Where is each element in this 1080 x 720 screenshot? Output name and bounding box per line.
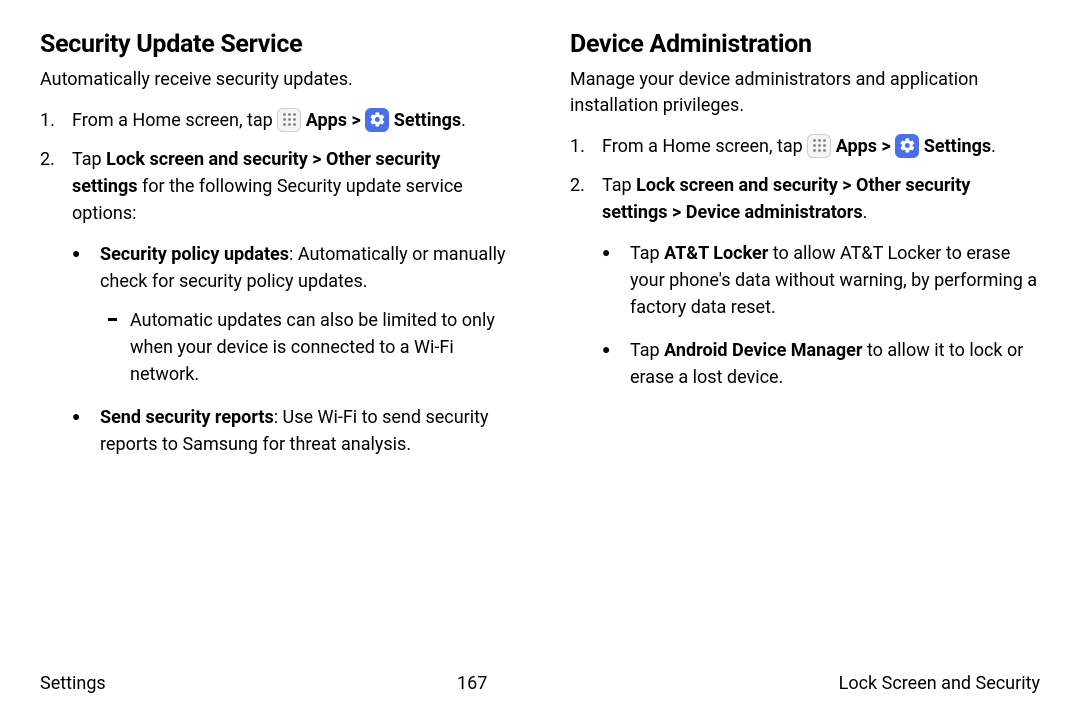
- step-text: Tap: [602, 175, 636, 196]
- step-2: Tap Lock screen and security > Other sec…: [570, 172, 1040, 391]
- dash-list: Automatic updates can also be limited to…: [100, 307, 510, 388]
- intro-text: Automatically receive security updates.: [40, 67, 510, 93]
- step-2: Tap Lock screen and security > Other sec…: [40, 146, 510, 458]
- step-1: From a Home screen, tap Apps > Settings.: [40, 107, 510, 134]
- steps-list: From a Home screen, tap Apps > Settings.…: [570, 133, 1040, 391]
- period: .: [461, 110, 466, 131]
- settings-label: Settings: [394, 110, 461, 131]
- settings-icon: [895, 134, 919, 158]
- bold-path: Lock screen and security > Other securit…: [602, 175, 970, 223]
- caret: >: [347, 110, 365, 131]
- bold-term: Android Device Manager: [664, 340, 862, 361]
- step-text: Tap: [72, 149, 106, 170]
- step-text: From a Home screen, tap: [72, 110, 277, 131]
- page-footer: Settings 167 Lock Screen and Security: [40, 673, 1040, 694]
- footer-left: Settings: [40, 673, 106, 694]
- list-item: Tap AT&T Locker to allow AT&T Locker to …: [602, 240, 1040, 321]
- caret: >: [877, 136, 895, 157]
- step-text: Tap: [630, 243, 664, 264]
- bold-term: Security policy updates: [100, 244, 289, 265]
- step-text: From a Home screen, tap: [602, 136, 807, 157]
- list-item: Security policy updates: Automatically o…: [72, 241, 510, 388]
- footer-right: Lock Screen and Security: [839, 673, 1040, 694]
- footer-page-number: 167: [457, 673, 487, 694]
- list-item: Tap Android Device Manager to allow it t…: [602, 337, 1040, 391]
- bold-term: AT&T Locker: [664, 243, 768, 264]
- apps-icon: [277, 108, 301, 132]
- content-columns: Security Update Service Automatically re…: [40, 30, 1040, 474]
- left-column: Security Update Service Automatically re…: [40, 30, 510, 474]
- period: .: [991, 136, 996, 157]
- intro-text: Manage your device administrators and ap…: [570, 67, 1040, 119]
- steps-list: From a Home screen, tap Apps > Settings.…: [40, 107, 510, 458]
- heading-device-administration: Device Administration: [570, 30, 1040, 59]
- step-text: .: [863, 202, 868, 223]
- apps-icon: [807, 134, 831, 158]
- settings-icon: [365, 108, 389, 132]
- step-text: Tap: [630, 340, 664, 361]
- list-item: Automatic updates can also be limited to…: [108, 307, 510, 388]
- bullet-list: Tap AT&T Locker to allow AT&T Locker to …: [602, 240, 1040, 391]
- heading-security-update-service: Security Update Service: [40, 30, 510, 59]
- bold-term: Send security reports: [100, 407, 274, 428]
- apps-label: Apps: [836, 136, 877, 157]
- apps-label: Apps: [306, 110, 347, 131]
- right-column: Device Administration Manage your device…: [570, 30, 1040, 474]
- list-item: Send security reports: Use Wi-Fi to send…: [72, 404, 510, 458]
- settings-label: Settings: [924, 136, 991, 157]
- step-1: From a Home screen, tap Apps > Settings.: [570, 133, 1040, 160]
- bullet-list: Security policy updates: Automatically o…: [72, 241, 510, 458]
